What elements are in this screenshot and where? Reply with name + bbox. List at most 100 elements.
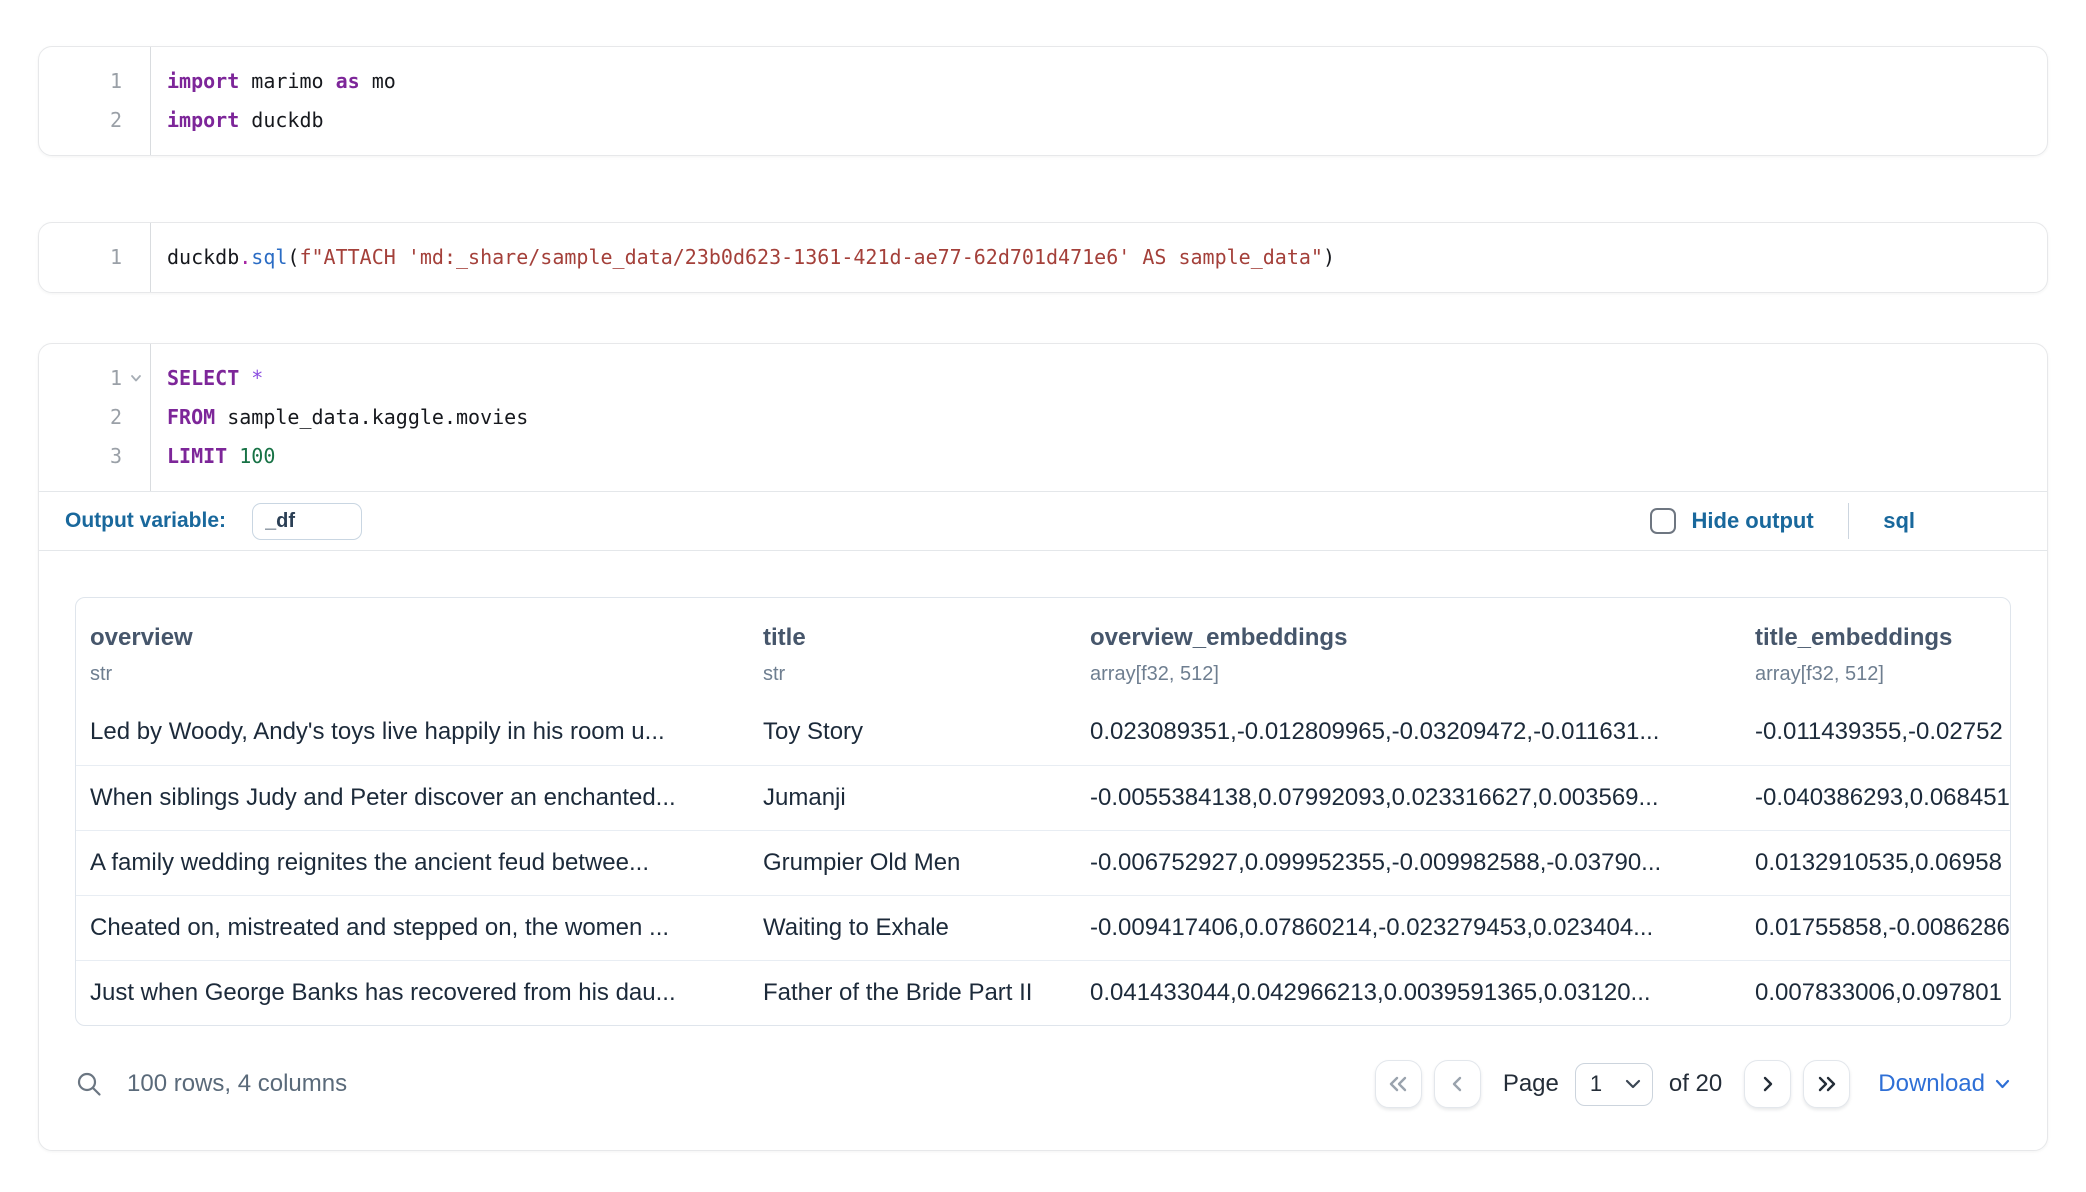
code-line: import duckdb (167, 101, 2047, 140)
cell-title-embeddings: 0.0132910535,0.06958 (1741, 831, 2010, 895)
language-toggle-sql[interactable]: sql (1883, 508, 1915, 534)
cell-title: Grumpier Old Men (749, 831, 1076, 895)
keyword-token: import (167, 108, 239, 132)
code-token: marimo (239, 69, 335, 93)
first-page-button[interactable] (1375, 1060, 1422, 1108)
column-type: str (90, 663, 749, 686)
pagination-controls: Page 1 of 20 Download (1375, 1060, 2011, 1108)
column-type: array[f32, 512] (1755, 663, 2010, 686)
code-editor-imports[interactable]: 1 2 import marimo as mo import duckdb (39, 47, 2047, 155)
last-page-button[interactable] (1803, 1060, 1850, 1108)
line-number-text: 1 (110, 366, 122, 390)
hide-output-checkbox[interactable] (1650, 508, 1676, 534)
code-cell-imports: 1 2 import marimo as mo import duckdb (38, 46, 2048, 156)
output-bar-controls: Hide output sql (1650, 503, 2048, 539)
string-token: f"ATTACH 'md:_share/sample_data/23b0d623… (299, 245, 1323, 269)
output-variable-label: Output variable: (65, 509, 226, 533)
hide-output-label[interactable]: Hide output (1692, 508, 1814, 534)
code-cell-attach: 1 duckdb.sql(f"ATTACH 'md:_share/sample_… (38, 222, 2048, 293)
line-number: 1 (39, 62, 150, 101)
line-number-gutter: 1 2 (39, 47, 151, 155)
cell-overview-embeddings: -0.006752927,0.099952355,-0.009982588,-0… (1076, 831, 1741, 895)
line-number-gutter: 1 (39, 223, 151, 292)
code-line: LIMIT 100 (167, 437, 2047, 476)
table-row: A family wedding reignites the ancient f… (76, 830, 2010, 895)
keyword-token: LIMIT (167, 444, 227, 468)
cell-overview-embeddings: 0.023089351,-0.012809965,-0.03209472,-0.… (1076, 700, 1741, 765)
code-token: ( (287, 245, 299, 269)
result-table: overview str title str overview_embeddin… (75, 597, 2011, 1026)
previous-page-button[interactable] (1434, 1060, 1481, 1108)
line-number: 3 (39, 437, 150, 476)
code-area: duckdb.sql(f"ATTACH 'md:_share/sample_da… (151, 223, 2047, 292)
table-row: When siblings Judy and Peter discover an… (76, 765, 2010, 830)
cell-title: Toy Story (749, 700, 1076, 765)
cell-overview-embeddings: 0.041433044,0.042966213,0.0039591365,0.0… (1076, 961, 1741, 1025)
page-number-select[interactable]: 1 (1575, 1063, 1653, 1106)
output-variable-bar: Output variable: Hide output sql (39, 492, 2047, 550)
column-type: str (763, 663, 1076, 686)
line-number: 2 (39, 101, 150, 140)
cell-overview: Just when George Banks has recovered fro… (76, 961, 749, 1025)
code-token: duckdb (239, 108, 323, 132)
column-name: title (763, 624, 1076, 652)
sql-query-cell: 1 2 3 SELECT * FROM sample_data.kaggle.m… (38, 343, 2048, 1151)
keyword-token: FROM (167, 405, 215, 429)
column-header-overview-embeddings[interactable]: overview_embeddings array[f32, 512] (1076, 624, 1741, 686)
cell-overview: Led by Woody, Andy's toys live happily i… (76, 700, 749, 765)
cell-overview: A family wedding reignites the ancient f… (76, 831, 749, 895)
next-page-button[interactable] (1744, 1060, 1791, 1108)
cell-title-embeddings: -0.011439355,-0.02752 (1741, 700, 2010, 765)
cell-title-embeddings: -0.040386293,0.068451 (1741, 766, 2010, 830)
number-token: 100 (227, 444, 275, 468)
code-token: ) (1323, 245, 1335, 269)
page-total-label: of 20 (1669, 1070, 1722, 1098)
column-name: title_embeddings (1755, 624, 2010, 652)
cell-title-embeddings: 0.007833006,0.097801 (1741, 961, 2010, 1025)
code-area: SELECT * FROM sample_data.kaggle.movies … (151, 344, 2047, 491)
star-token: * (239, 366, 263, 390)
cell-title: Father of the Bride Part II (749, 961, 1076, 1025)
code-area: import marimo as mo import duckdb (151, 47, 2047, 155)
cell-overview: Cheated on, mistreated and stepped on, t… (76, 896, 749, 960)
cell-overview-embeddings: -0.0055384138,0.07992093,0.023316627,0.0… (1076, 766, 1741, 830)
column-name: overview (90, 624, 749, 652)
page-label: Page (1503, 1070, 1559, 1098)
column-header-overview[interactable]: overview str (76, 624, 749, 686)
code-token: duckdb (167, 245, 239, 269)
output-variable-input[interactable] (252, 503, 362, 540)
code-editor-attach[interactable]: 1 duckdb.sql(f"ATTACH 'md:_share/sample_… (39, 223, 2047, 292)
notebook-page: 1 2 import marimo as mo import duckdb 1 … (0, 46, 2086, 1192)
code-line: FROM sample_data.kaggle.movies (167, 398, 2047, 437)
keyword-token: SELECT (167, 366, 239, 390)
table-row: Cheated on, mistreated and stepped on, t… (76, 895, 2010, 960)
download-button[interactable]: Download (1878, 1070, 2011, 1098)
line-number-gutter: 1 2 3 (39, 344, 151, 491)
table-row: Just when George Banks has recovered fro… (76, 960, 2010, 1025)
code-editor-sql[interactable]: 1 2 3 SELECT * FROM sample_data.kaggle.m… (39, 344, 2047, 491)
line-number: 2 (39, 398, 150, 437)
query-output-area: overview str title str overview_embeddin… (39, 551, 2047, 1150)
cell-title-embeddings: 0.01755858,-0.0086286 (1741, 896, 2010, 960)
function-token: sql (251, 245, 287, 269)
table-header-row: overview str title str overview_embeddin… (76, 598, 2010, 700)
search-icon[interactable] (75, 1070, 103, 1098)
fold-chevron-down-icon[interactable] (129, 371, 143, 385)
download-chevron-down-icon (1994, 1078, 2011, 1090)
column-header-title[interactable]: title str (749, 624, 1076, 686)
row-count-summary: 100 rows, 4 columns (127, 1070, 347, 1098)
column-type: array[f32, 512] (1090, 663, 1741, 686)
line-number: 1 (39, 359, 150, 398)
vertical-divider (1848, 503, 1850, 539)
keyword-token: as (336, 69, 360, 93)
page-number-value: 1 (1590, 1071, 1624, 1097)
code-line: import marimo as mo (167, 62, 2047, 101)
code-token: mo (360, 69, 396, 93)
code-line: duckdb.sql(f"ATTACH 'md:_share/sample_da… (167, 238, 2047, 277)
line-number: 1 (39, 238, 150, 277)
table-footer: 100 rows, 4 columns Page 1 of 20 (75, 1058, 2011, 1110)
table-row: Led by Woody, Andy's toys live happily i… (76, 700, 2010, 765)
column-name: overview_embeddings (1090, 624, 1741, 652)
column-header-title-embeddings[interactable]: title_embeddings array[f32, 512] (1741, 624, 2010, 686)
keyword-token: import (167, 69, 239, 93)
